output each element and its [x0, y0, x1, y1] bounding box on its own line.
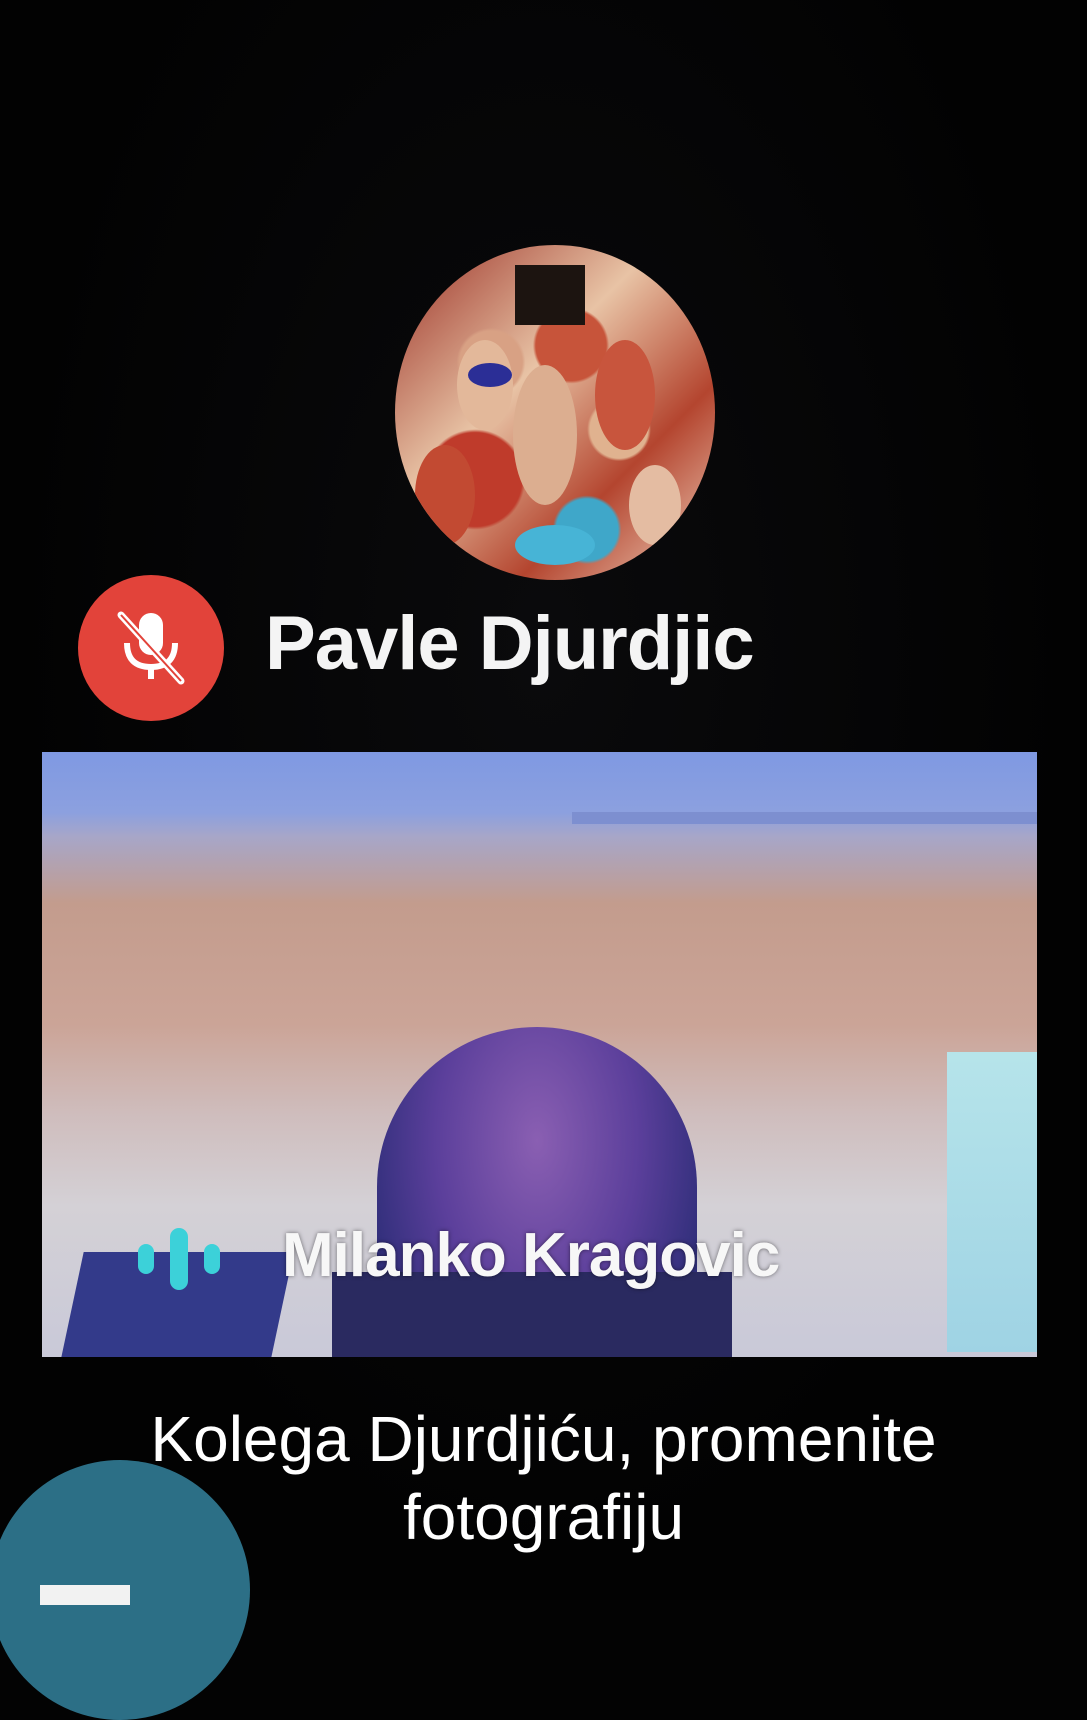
participant-avatar[interactable] [395, 245, 715, 580]
participant-name: Pavle Djurdjic [265, 601, 755, 686]
participant-name: Milanko Kragovic [282, 1221, 780, 1290]
meeting-screen: Pavle Djurdjic Milanko Kragovic Kolega D… [0, 0, 1087, 1720]
participant-video-tile[interactable]: Milanko Kragovic [42, 752, 1037, 1357]
mic-muted-badge[interactable] [78, 575, 224, 721]
avatar-photo [415, 265, 681, 565]
fab-icon [40, 1585, 130, 1605]
video-background [572, 812, 1037, 824]
video-background-window [947, 1052, 1037, 1352]
caption-line: Kolega Djurdjiću, promenite [150, 1403, 937, 1475]
audio-level-icon [138, 1228, 220, 1290]
mic-off-icon [117, 611, 185, 685]
